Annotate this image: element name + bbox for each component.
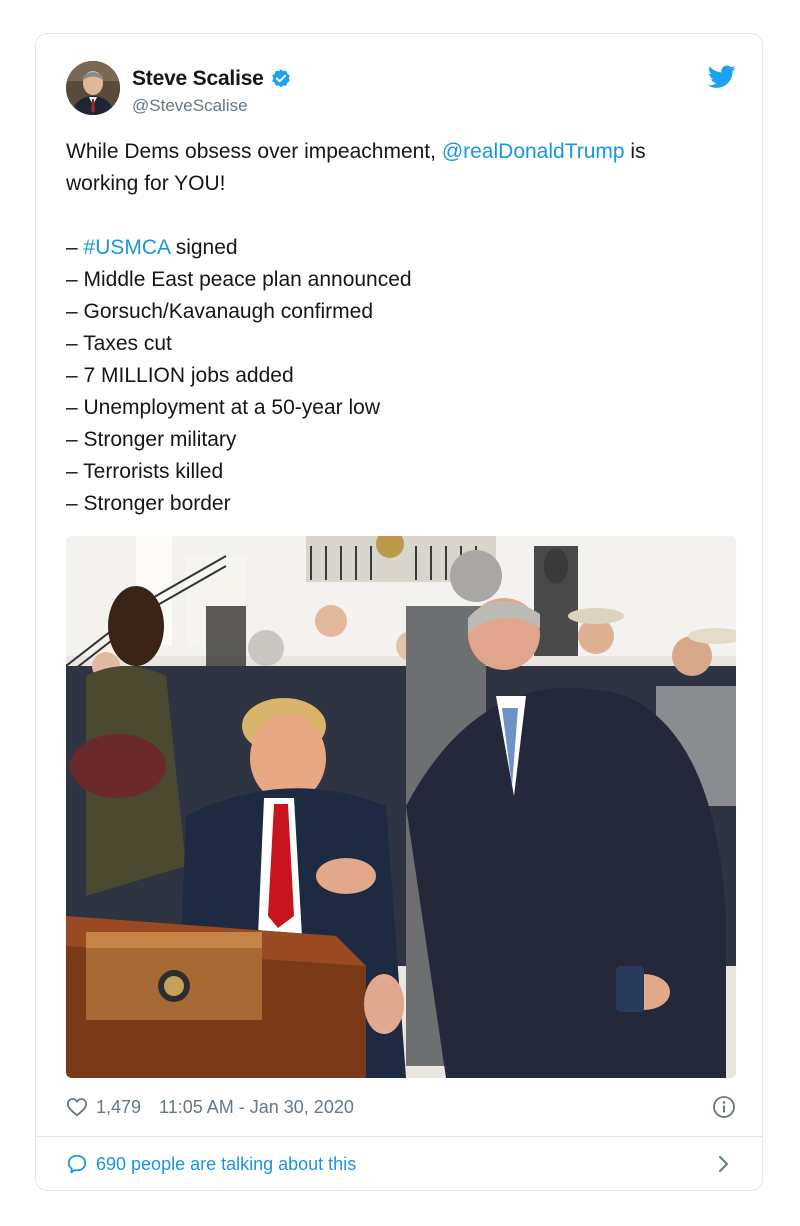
twitter-bird-icon[interactable] [708, 65, 736, 89]
tweet-meta: 1,479 11:05 AM - Jan 30, 2020 [66, 1092, 736, 1122]
heart-icon[interactable] [66, 1097, 88, 1117]
list-item: – Gorsuch/Kavanaugh confirmed [66, 300, 374, 323]
tweet-text: While Dems obsess over impeachment, @rea… [66, 136, 736, 520]
list-item: – Unemployment at a 50-year low [66, 396, 380, 419]
tweet-line-2: working for YOU! [66, 172, 226, 195]
speech-bubble-icon [67, 1154, 87, 1174]
list-item: – 7 MILLION jobs added [66, 364, 294, 387]
tweet-timestamp[interactable]: 11:05 AM - Jan 30, 2020 [159, 1097, 354, 1118]
photo-illustration [66, 536, 736, 1078]
tweet-header: Steve Scalise @SteveScalise [66, 61, 736, 121]
chevron-right-icon[interactable] [718, 1155, 730, 1173]
handle[interactable]: @SteveScalise [132, 96, 248, 116]
mention-link[interactable]: @realDonaldTrump [442, 140, 625, 163]
list-item: – Terrorists killed [66, 460, 224, 483]
hashtag-link[interactable]: #USMCA [84, 236, 170, 259]
list-item: – Stronger military [66, 428, 237, 451]
list-item: – #USMCA signed [66, 236, 238, 259]
display-name[interactable]: Steve Scalise [132, 67, 264, 91]
divider [36, 1136, 762, 1137]
conversation-link[interactable]: 690 people are talking about this [66, 1149, 736, 1179]
list-item: – Middle East peace plan announced [66, 268, 412, 291]
name-row: Steve Scalise [132, 67, 292, 91]
conversation-text[interactable]: 690 people are talking about this [96, 1154, 356, 1175]
tweet-photo[interactable] [66, 536, 736, 1078]
tweet-line-1: While Dems obsess over impeachment, @rea… [66, 140, 646, 163]
avatar-image [66, 61, 120, 115]
info-icon[interactable] [712, 1095, 736, 1119]
list-item: – Stronger border [66, 492, 231, 515]
list-item: – Taxes cut [66, 332, 172, 355]
avatar[interactable] [66, 61, 120, 115]
like-count[interactable]: 1,479 [96, 1097, 141, 1118]
verified-badge-icon [271, 69, 290, 88]
tweet-card: Steve Scalise @SteveScalise While Dems o… [35, 33, 763, 1191]
